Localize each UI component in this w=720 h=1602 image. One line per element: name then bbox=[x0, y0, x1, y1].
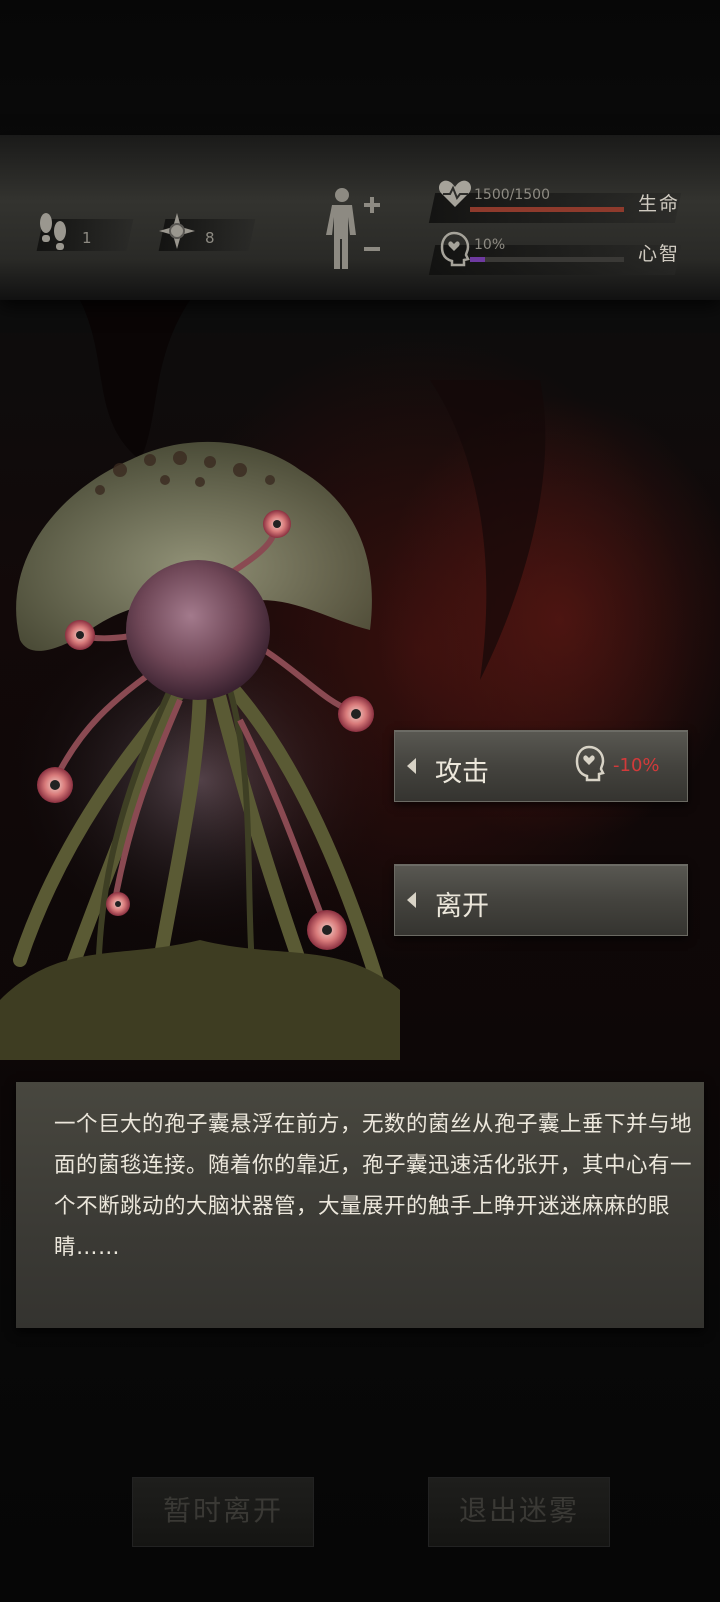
sanity-bar bbox=[470, 257, 624, 262]
head-brain-icon bbox=[575, 745, 605, 787]
head-brain-icon bbox=[440, 231, 470, 271]
sanity-bar-fill bbox=[470, 257, 486, 262]
heart-pulse-icon bbox=[438, 179, 472, 213]
left-arrow-icon bbox=[407, 758, 416, 774]
pause-leave-button[interactable]: 暂时离开 bbox=[132, 1477, 314, 1547]
leave-label: 离开 bbox=[435, 891, 489, 922]
health-label: 生命 bbox=[638, 193, 681, 215]
spore-creature-illustration bbox=[0, 300, 546, 1060]
sanity-value: 10% bbox=[474, 237, 506, 253]
left-arrow-icon bbox=[407, 892, 416, 908]
leave-choice-button[interactable]: 离开 bbox=[394, 864, 688, 936]
footprints-icon bbox=[36, 211, 70, 255]
attack-label: 攻击 bbox=[435, 757, 489, 788]
health-bar bbox=[470, 207, 624, 212]
sanity-cost: -10% bbox=[613, 755, 660, 776]
event-description-text: 一个巨大的孢子囊悬浮在前方，无数的菌丝从孢子囊上垂下并与地面的菌毯连接。随着你的… bbox=[54, 1112, 693, 1260]
character-body-icon[interactable] bbox=[326, 185, 386, 279]
event-description-panel: 一个巨大的孢子囊悬浮在前方，无数的菌丝从孢子囊上垂下并与地面的菌毯连接。随着你的… bbox=[16, 1082, 704, 1328]
attack-choice-button[interactable]: 攻击 -10% bbox=[394, 730, 688, 802]
health-bar-fill bbox=[470, 207, 624, 212]
compass-icon bbox=[158, 212, 196, 254]
health-value: 1500/1500 bbox=[474, 187, 550, 203]
sanity-label: 心智 bbox=[638, 243, 681, 265]
compass-count: 8 bbox=[205, 229, 215, 247]
steps-count: 1 bbox=[82, 229, 92, 247]
status-bar: 1 8 1500/1500 生命 10% 心智 bbox=[0, 135, 720, 300]
exit-mist-button[interactable]: 退出迷雾 bbox=[428, 1477, 610, 1547]
